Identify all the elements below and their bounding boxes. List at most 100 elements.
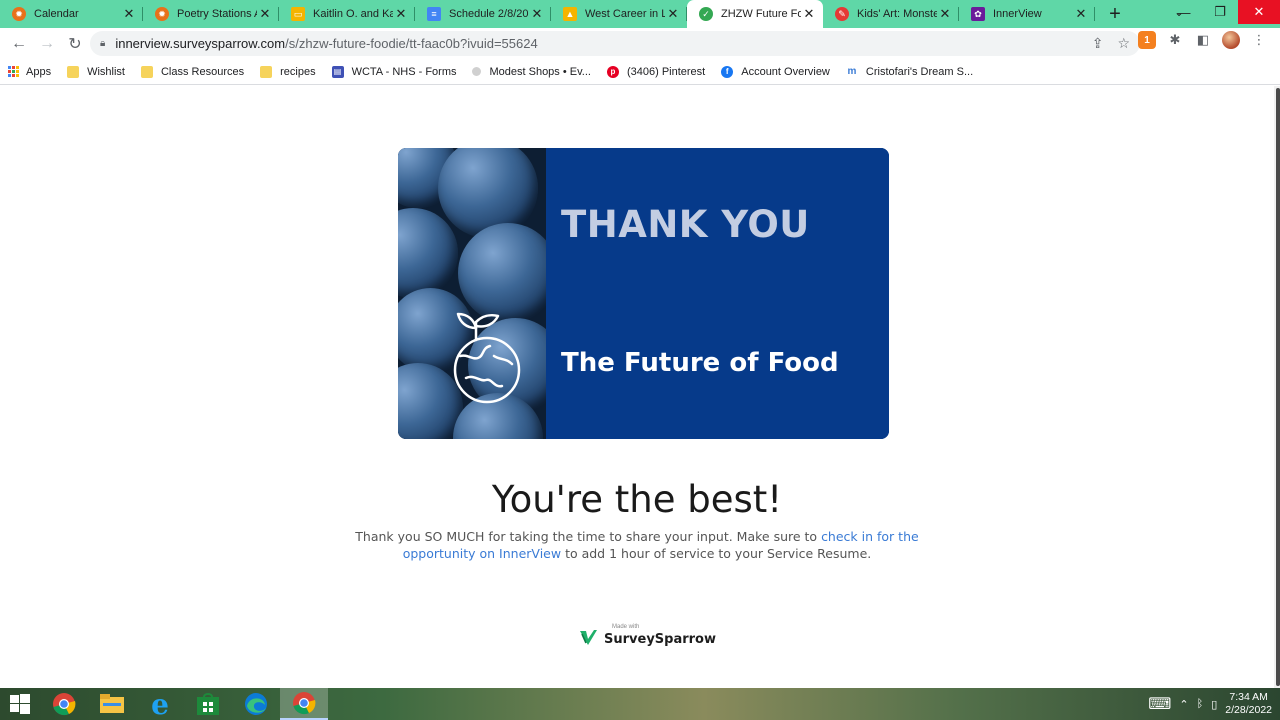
bookmark-cristofaris-dream[interactable]: m Cristofari's Dream S... bbox=[846, 66, 973, 78]
side-panel-icon[interactable]: ◧ bbox=[1194, 31, 1212, 49]
windows-start-icon[interactable] bbox=[0, 688, 40, 720]
banner-title: THANK YOU bbox=[561, 203, 810, 246]
folder-icon bbox=[260, 65, 273, 78]
apps-grid-icon bbox=[8, 65, 20, 78]
tab-poetry-stations[interactable]: ✹ Poetry Stations Ac ✕ bbox=[143, 0, 279, 28]
bookmark-account-overview[interactable]: f Account Overview bbox=[721, 65, 830, 78]
lock-icon[interactable]: 🔒︎ bbox=[100, 38, 105, 49]
bookmark-class-resources[interactable]: Class Resources bbox=[140, 65, 245, 78]
chrome-active-window-icon[interactable] bbox=[280, 688, 328, 720]
gear-icon: ✹ bbox=[155, 7, 169, 21]
bookmark-label: Class Resources bbox=[160, 65, 245, 78]
bookmarks-bar: Apps Wishlist Class Resources recipes ▤ … bbox=[0, 59, 1280, 85]
close-window-button[interactable]: ✕ bbox=[1238, 0, 1280, 24]
bookmark-modest-shops[interactable]: Modest Shops • Ev... bbox=[472, 65, 591, 78]
taskbar-clock[interactable]: 7:34 AM 2/28/2022 bbox=[1225, 691, 1272, 717]
extension-badge-icon[interactable]: 1 bbox=[1138, 31, 1156, 49]
bookmark-apps[interactable]: Apps bbox=[8, 65, 52, 78]
file-explorer-icon[interactable] bbox=[88, 688, 136, 720]
close-icon[interactable]: ✕ bbox=[665, 6, 681, 22]
close-icon[interactable]: ✕ bbox=[121, 6, 137, 22]
chrome-taskbar-icon[interactable] bbox=[40, 688, 88, 720]
tab-west-career[interactable]: ▲ West Career in La ✕ bbox=[551, 0, 687, 28]
scrollbar-thumb[interactable] bbox=[1276, 88, 1280, 686]
message-text-before: Thank you SO MUCH for taking the time to… bbox=[355, 529, 822, 544]
clock-time: 7:34 AM bbox=[1229, 691, 1268, 703]
close-icon[interactable]: ✕ bbox=[529, 6, 545, 22]
tab-title: Kids' Art: Monster bbox=[857, 8, 937, 20]
keyboard-icon[interactable]: ⌨ bbox=[1148, 694, 1171, 714]
slides-icon: ▭ bbox=[291, 7, 305, 21]
new-tab-button[interactable]: + bbox=[1101, 0, 1129, 28]
forward-button[interactable]: → bbox=[34, 31, 60, 57]
thank-you-message: Thank you SO MUCH for taking the time to… bbox=[327, 528, 947, 562]
bookmark-pinterest[interactable]: p (3406) Pinterest bbox=[606, 65, 706, 78]
extensions-area: 1 ✱ ◧ ⋮ bbox=[1138, 31, 1268, 49]
url-host: innerview.surveysparrow.com bbox=[115, 36, 286, 51]
banner-text-panel: THANK YOU The Future of Food bbox=[546, 148, 889, 439]
blueberries-photo bbox=[398, 148, 546, 439]
system-tray: ⌨ ⌃ ᛒ ▯ 7:34 AM 2/28/2022 bbox=[1148, 688, 1272, 720]
tab-calendar[interactable]: ✹ Calendar ✕ bbox=[0, 0, 143, 28]
close-icon[interactable]: ✕ bbox=[801, 6, 817, 22]
made-with-label: Made with bbox=[612, 624, 640, 630]
profile-avatar[interactable] bbox=[1222, 31, 1240, 49]
close-icon[interactable]: ✕ bbox=[257, 6, 273, 22]
art-icon: ✎ bbox=[835, 7, 849, 21]
folder-icon bbox=[67, 65, 80, 78]
folder-icon bbox=[140, 65, 153, 78]
bookmark-star-icon[interactable]: ☆ bbox=[1117, 35, 1130, 52]
minimize-button[interactable]: — bbox=[1166, 0, 1202, 24]
tab-title: Kaitlin O. and Kate bbox=[313, 8, 393, 20]
bookmark-label: recipes bbox=[280, 65, 316, 78]
bookmark-wcta-nhs-forms[interactable]: ▤ WCTA - NHS - Forms bbox=[331, 65, 456, 78]
tab-kaitlin-kate[interactable]: ▭ Kaitlin O. and Kate ✕ bbox=[279, 0, 415, 28]
reload-button[interactable]: ↻ bbox=[62, 31, 88, 57]
tab-schedule[interactable]: ≡ Schedule 2/8/2022 ✕ bbox=[415, 0, 551, 28]
tab-separator bbox=[1094, 7, 1095, 21]
address-bar[interactable]: 🔒︎ innerview.surveysparrow.com/s/zhzw-fu… bbox=[90, 31, 1140, 56]
surveysparrow-icon: ✓ bbox=[699, 7, 713, 21]
bookmark-label: Modest Shops • Ev... bbox=[489, 65, 591, 78]
windows-taskbar: e ⌨ ⌃ ᛒ ▯ 7:34 AM 2/28/2022 bbox=[0, 688, 1280, 720]
share-icon[interactable]: ⇪ bbox=[1092, 35, 1104, 52]
docs-icon: ≡ bbox=[427, 7, 441, 21]
url-path: /s/zhzw-future-foodie/tt-faac0b?ivuid=55… bbox=[285, 36, 538, 51]
bookmark-label: Apps bbox=[26, 65, 52, 78]
close-icon[interactable]: ✕ bbox=[937, 6, 953, 22]
innerview-icon: ✿ bbox=[971, 7, 985, 21]
restore-button[interactable]: ❐ bbox=[1202, 0, 1238, 24]
puzzle-extensions-icon[interactable]: ✱ bbox=[1166, 31, 1184, 49]
bookmark-label: Wishlist bbox=[87, 65, 125, 78]
browser-toolbar: ← → ↻ 🔒︎ innerview.surveysparrow.com/s/z… bbox=[0, 28, 1280, 59]
close-icon[interactable]: ✕ bbox=[1073, 6, 1089, 22]
battery-icon[interactable]: ▯ bbox=[1211, 698, 1217, 711]
m-icon: m bbox=[847, 66, 857, 77]
bookmark-recipes[interactable]: recipes bbox=[260, 65, 316, 78]
survey-thank-you-page: THANK YOU The Future of Food You're the … bbox=[0, 86, 1274, 688]
internet-explorer-icon[interactable]: e bbox=[136, 688, 184, 720]
menu-kebab-icon[interactable]: ⋮ bbox=[1250, 31, 1268, 49]
page-scrollbar[interactable] bbox=[1274, 86, 1280, 688]
brand-name: SurveySparrow bbox=[604, 632, 716, 647]
bookmark-label: (3406) Pinterest bbox=[626, 65, 706, 78]
edge-browser-icon[interactable] bbox=[232, 688, 280, 720]
tab-kids-art[interactable]: ✎ Kids' Art: Monster ✕ bbox=[823, 0, 959, 28]
tab-title: Schedule 2/8/2022 bbox=[449, 8, 529, 20]
bookmark-wishlist[interactable]: Wishlist bbox=[67, 65, 125, 78]
close-icon[interactable]: ✕ bbox=[393, 6, 409, 22]
tab-title: Calendar bbox=[34, 8, 79, 20]
tab-zhzw-future-foodie[interactable]: ✓ ZHZW Future Foo ✕ bbox=[687, 0, 823, 28]
pinterest-icon: p bbox=[606, 65, 619, 78]
tab-innerview[interactable]: ✿ InnerView ✕ bbox=[959, 0, 1095, 28]
show-hidden-icons-chevron-icon[interactable]: ⌃ bbox=[1179, 698, 1188, 711]
microsoft-store-icon[interactable] bbox=[184, 688, 232, 720]
bookmark-label: Account Overview bbox=[741, 65, 830, 78]
surveysparrow-logo-icon bbox=[580, 629, 597, 645]
tab-title: ZHZW Future Foo bbox=[721, 8, 801, 20]
globe-sprout-icon bbox=[453, 312, 521, 404]
bluetooth-icon[interactable]: ᛒ bbox=[1197, 698, 1204, 710]
back-button[interactable]: ← bbox=[6, 31, 32, 57]
bookmark-label: Cristofari's Dream S... bbox=[865, 65, 974, 78]
made-with-surveysparrow-badge[interactable]: Made with SurveySparrow bbox=[578, 624, 716, 647]
